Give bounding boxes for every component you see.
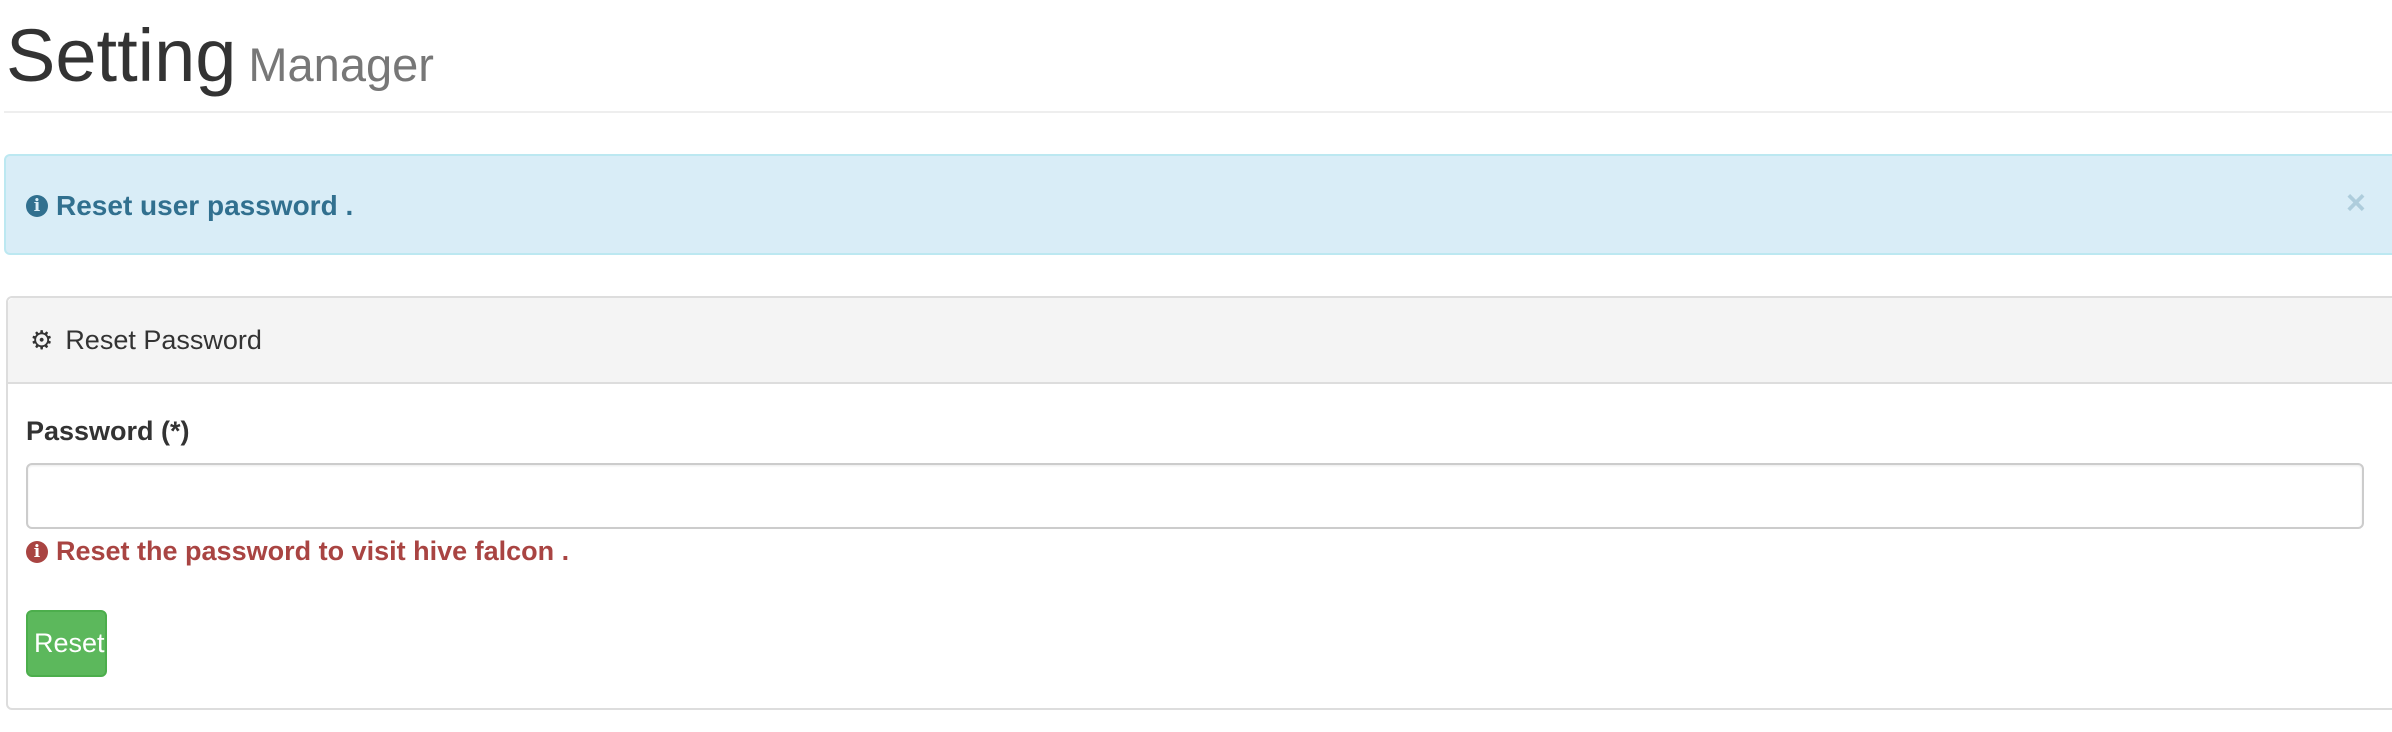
gear-icon: ⚙ [30, 324, 54, 355]
page-title-main: Setting [6, 14, 237, 97]
error-text: Reset the password to visit hive falcon … [56, 536, 570, 566]
header-divider [4, 111, 2392, 113]
info-alert: i Reset user password . × [4, 154, 2392, 255]
password-error: i Reset the password to visit hive falco… [26, 536, 569, 567]
info-circle-icon: i [26, 195, 48, 217]
panel-header: ⚙ Reset Password [8, 298, 2392, 384]
password-label: Password (*) [26, 416, 190, 446]
alert-message: i Reset user password . [26, 190, 353, 222]
panel-title: Reset Password [65, 324, 262, 355]
password-input[interactable] [26, 463, 2364, 529]
reset-button[interactable]: Reset [26, 610, 107, 677]
alert-text: Reset user password . [56, 190, 354, 221]
page-subtitle: Manager [248, 38, 434, 91]
close-icon[interactable]: × [2346, 184, 2366, 223]
reset-password-panel: ⚙ Reset Password Password (*) i Reset th… [6, 296, 2392, 710]
info-circle-icon: i [26, 540, 48, 563]
page-title: Setting Manager [6, 14, 434, 107]
